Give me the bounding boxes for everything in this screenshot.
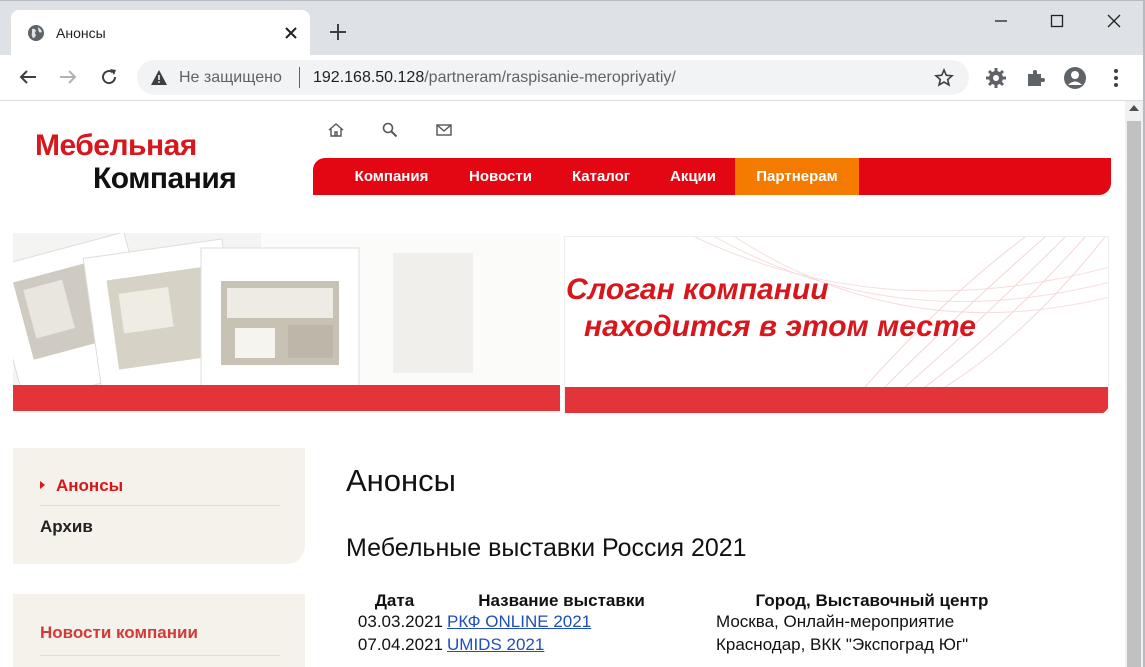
warning-icon[interactable]	[150, 69, 168, 86]
url-text[interactable]: 192.168.50.128/partneram/raspisanie-mero…	[313, 69, 676, 87]
tab-title: Анонсы	[56, 25, 106, 41]
scrollbar-thumb[interactable]	[1127, 121, 1141, 667]
bookmark-star-icon[interactable]	[934, 68, 954, 88]
nav-item-promotions[interactable]: Акции	[651, 158, 735, 195]
browser-toolbar: Не защищено 192.168.50.128/partneram/ras…	[0, 55, 1145, 101]
sidebar-news-heading[interactable]: Новости компании	[40, 623, 198, 643]
home-icon[interactable]	[327, 121, 345, 139]
page-viewport: Мебельная Компания Компания Новости Ката…	[1, 101, 1125, 667]
event-link[interactable]: РКФ ONLINE 2021	[447, 612, 591, 631]
globe-icon	[28, 25, 44, 41]
slogan-line2: находится в этом месте	[584, 310, 976, 343]
divider	[40, 505, 280, 506]
main-navigation: Компания Новости Каталог Акции Партнерам	[313, 158, 1111, 195]
scrollbar[interactable]	[1125, 101, 1143, 667]
section-subtitle: Мебельные выставки Россия 2021	[346, 534, 747, 562]
profile-avatar-icon[interactable]	[1063, 66, 1087, 90]
header-date: Дата	[374, 591, 415, 610]
logo-line1: Мебельная	[35, 129, 197, 162]
header-city: Город, Выставочный центр	[755, 591, 989, 610]
table-row: 07.04.2021 UMIDS 2021 Краснодар, ВКК "Эк…	[346, 635, 1108, 658]
sidebar-item-anonsy[interactable]: Анонсы	[56, 476, 123, 496]
page-title: Анонсы	[346, 463, 456, 498]
maximize-icon[interactable]	[1046, 10, 1068, 32]
browser-tab-strip: Анонсы	[0, 0, 1145, 56]
close-icon[interactable]	[281, 23, 301, 43]
menu-dots-icon[interactable]	[1104, 66, 1128, 90]
header-name: Название выставки	[478, 591, 645, 610]
address-bar[interactable]: Не защищено 192.168.50.128/partneram/ras…	[137, 60, 969, 95]
extensions-puzzle-icon[interactable]	[1024, 66, 1048, 90]
nav-item-catalog[interactable]: Каталог	[551, 158, 651, 195]
reload-icon[interactable]	[97, 65, 121, 89]
row-name: РКФ ONLINE 2021	[447, 612, 716, 635]
url-path: /partneram/raspisanie-meropriyatiy/	[424, 69, 676, 86]
table-row: 03.03.2021 РКФ ONLINE 2021 Москва, Онлай…	[346, 612, 1108, 635]
url-host: 192.168.50.128	[313, 69, 425, 86]
row-city: Краснодар, ВКК "Экспоград Юг"	[716, 635, 969, 654]
new-tab-icon[interactable]	[327, 21, 349, 43]
extension-gear-icon[interactable]	[984, 66, 1008, 90]
row-name: UMIDS 2021	[447, 635, 716, 658]
browser-tab[interactable]: Анонсы	[11, 10, 310, 56]
mail-icon[interactable]	[435, 121, 453, 139]
banner-photo	[13, 233, 560, 413]
active-bullet-icon	[40, 481, 45, 489]
sidebar-news: Новости компании	[13, 594, 305, 667]
row-city: Москва, Онлайн-мероприятие	[716, 612, 955, 631]
sidebar-item-archive[interactable]: Архив	[40, 517, 93, 537]
back-arrow-icon[interactable]	[16, 65, 40, 89]
hero-banner: Слоган компании находится в этом месте	[13, 233, 1109, 413]
table-header-row: Дата Название выставки Город, Выставочны…	[346, 590, 1108, 612]
logo-line2: Компания	[93, 162, 237, 195]
banner-red-strip-right	[565, 387, 1108, 413]
banner-red-strip	[13, 385, 560, 411]
event-link[interactable]: UMIDS 2021	[447, 635, 544, 654]
slogan-line1: Слоган компании	[566, 273, 829, 306]
nav-item-news[interactable]: Новости	[450, 158, 551, 195]
security-label[interactable]: Не защищено	[179, 69, 282, 87]
scroll-up-arrow-icon[interactable]	[1129, 105, 1139, 111]
omnibox-separator	[299, 67, 300, 88]
nav-item-partners[interactable]: Партнерам	[735, 158, 859, 195]
sidebar-menu: Анонсы Архив	[13, 448, 305, 564]
forward-arrow-icon[interactable]	[56, 65, 80, 89]
window-close-icon[interactable]	[1103, 10, 1125, 32]
divider	[40, 655, 280, 656]
events-table: Дата Название выставки Город, Выставочны…	[346, 590, 1108, 658]
row-date: 03.03.2021	[357, 612, 443, 631]
row-date: 07.04.2021	[357, 635, 443, 654]
minimize-icon[interactable]	[990, 10, 1012, 32]
search-icon[interactable]	[381, 121, 399, 139]
nav-item-company[interactable]: Компания	[333, 158, 450, 195]
